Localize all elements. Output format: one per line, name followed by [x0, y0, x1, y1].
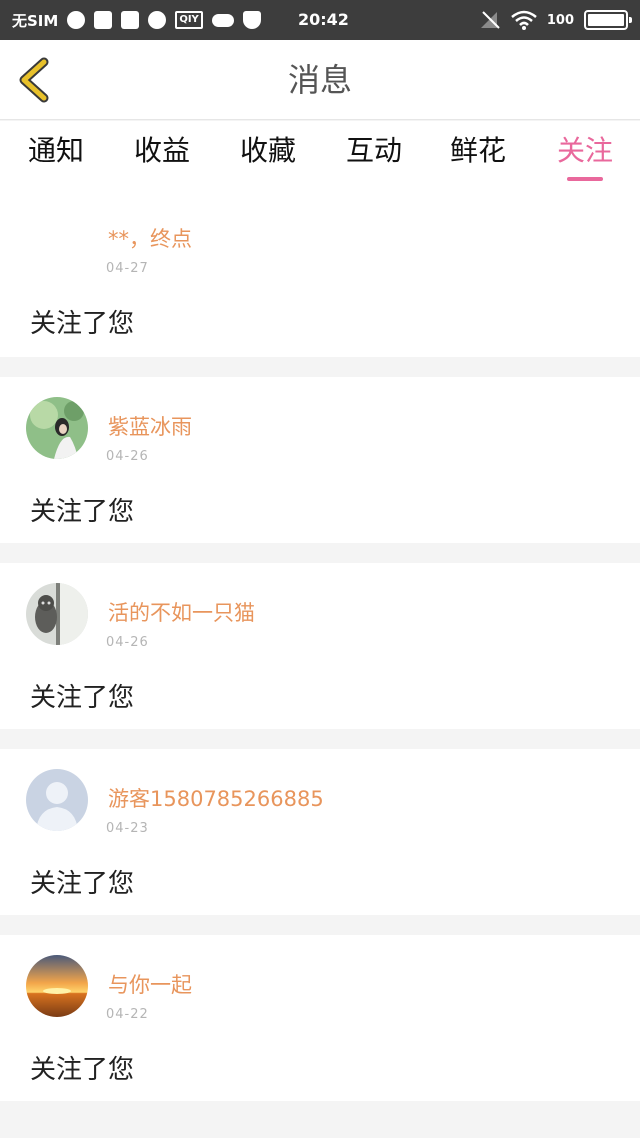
music-note-icon: [67, 11, 86, 29]
message-item[interactable]: 与你一起 04-22 关注了您: [0, 935, 640, 1101]
no-signal-icon: [480, 11, 500, 29]
wifi-icon: [511, 10, 537, 30]
message-item[interactable]: 活的不如一只猫 04-26 关注了您: [0, 563, 640, 729]
avatar[interactable]: [26, 397, 88, 459]
message-date: 04-26: [106, 635, 149, 650]
message-date: 04-26: [106, 449, 149, 464]
globe-icon: [148, 11, 167, 29]
battery-fill: [588, 14, 624, 26]
message-date: 04-22: [106, 1007, 149, 1022]
tab-favorites[interactable]: 收藏: [218, 121, 318, 191]
battery-icon: [584, 10, 632, 30]
default-avatar-icon[interactable]: [26, 769, 88, 831]
tab-active-indicator: [567, 177, 603, 181]
cloud-icon: [211, 13, 234, 27]
tab-earnings[interactable]: 收益: [112, 121, 212, 191]
tab-label: 收益: [133, 134, 190, 167]
status-left: 无SIM QIY: [12, 0, 261, 40]
mail-icon: [121, 11, 140, 29]
battery-percent: 100: [546, 12, 574, 28]
message-date: 04-23: [106, 821, 149, 836]
tab-label: 互动: [345, 134, 402, 167]
message-item[interactable]: **，终点 04-27 关注了您: [0, 191, 640, 357]
tab-bar: 通知 收益 收藏 互动 鲜花 关注: [0, 121, 640, 191]
back-button[interactable]: [14, 56, 54, 104]
status-right: 100: [479, 0, 632, 40]
page-title: 消息: [287, 61, 352, 99]
tab-label: 通知: [27, 134, 84, 167]
tab-flowers[interactable]: 鲜花: [428, 121, 528, 191]
header: 消息: [0, 40, 640, 120]
shield-icon: [242, 11, 261, 29]
status-time: 20:42: [298, 10, 349, 29]
message-item[interactable]: 紫蓝冰雨 04-26 关注了您: [0, 377, 640, 543]
message-date: 04-27: [106, 261, 149, 276]
carrier-text: 无SIM: [12, 11, 59, 30]
user-name[interactable]: 紫蓝冰雨: [108, 411, 192, 441]
user-name[interactable]: **，终点: [108, 223, 192, 253]
avatar[interactable]: [26, 955, 88, 1017]
clipboard-check-icon: [94, 11, 113, 29]
message-text: 关注了您: [30, 869, 135, 899]
tab-label: 关注: [556, 134, 613, 167]
avatar[interactable]: [26, 203, 88, 265]
tab-label: 收藏: [239, 134, 296, 167]
message-text: 关注了您: [30, 309, 135, 339]
tab-label: 鲜花: [449, 134, 506, 167]
user-name[interactable]: 与你一起: [108, 969, 192, 999]
tab-notify[interactable]: 通知: [6, 121, 106, 191]
status-bar: 无SIM QIY 20:42 100: [0, 0, 640, 40]
message-text: 关注了您: [30, 683, 135, 713]
avatar[interactable]: [26, 583, 88, 645]
tab-follow[interactable]: 关注: [535, 121, 635, 191]
message-text: 关注了您: [30, 497, 135, 527]
iqiyi-icon: QIY: [175, 11, 203, 29]
user-name[interactable]: 活的不如一只猫: [108, 597, 255, 627]
message-text: 关注了您: [30, 1055, 135, 1085]
tab-interaction[interactable]: 互动: [324, 121, 424, 191]
message-item[interactable]: 游客1580785266885 04-23 关注了您: [0, 749, 640, 915]
user-name[interactable]: 游客1580785266885: [108, 783, 324, 813]
